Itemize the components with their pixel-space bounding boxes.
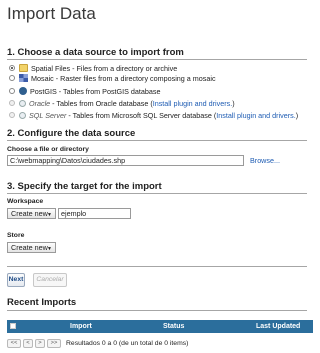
section-title-target: 3. Specify the target for the import	[7, 181, 162, 192]
data-source-description: - Files from a directory or archive	[72, 63, 178, 73]
data-source-option[interactable]: Oracle - Tables from Oracle database (In…	[9, 98, 235, 108]
data-source-name: Spatial Files	[31, 63, 71, 73]
mosaic-icon	[19, 74, 28, 82]
select-all-checkbox[interactable]	[10, 323, 16, 329]
divider	[7, 193, 307, 194]
column-header-import[interactable]: Import	[70, 323, 92, 330]
section-title-data-source: 1. Choose a data source to import from	[7, 47, 184, 58]
pager-last-button[interactable]: >>	[47, 338, 61, 348]
recent-imports-title: Recent Imports	[7, 297, 77, 308]
data-source-name: PostGIS	[30, 86, 57, 96]
database-icon	[19, 111, 26, 119]
pager: << < > >> Resultados 0 a 0 (de un total …	[7, 338, 188, 348]
install-plugin-link[interactable]: Install plugin and drivers.	[216, 111, 296, 120]
store-label: Store	[7, 232, 25, 239]
pager-summary: Resultados 0 a 0 (de un total de 0 items…	[66, 339, 189, 347]
closing-paren: )	[295, 110, 299, 120]
browse-link[interactable]: Browse...	[250, 156, 280, 165]
data-source-name: Mosaic	[31, 73, 54, 83]
data-source-option[interactable]: SQL Server - Tables from Microsoft SQL S…	[9, 110, 298, 120]
data-source-radio[interactable]	[9, 75, 15, 81]
pager-next-button[interactable]: >	[35, 338, 45, 348]
store-select[interactable]: Create new ▼	[7, 242, 56, 253]
pager-first-button[interactable]: <<	[7, 338, 21, 348]
next-button[interactable]: Next	[7, 273, 25, 287]
workspace-name-input[interactable]: ejemplo	[58, 208, 131, 219]
divider	[7, 140, 307, 141]
database-icon	[19, 99, 26, 107]
caret-down-icon: ▼	[47, 212, 52, 218]
data-source-radio[interactable]	[9, 65, 15, 71]
data-source-radio	[9, 112, 15, 118]
data-source-option[interactable]: Spatial Files - Files from a directory o…	[9, 63, 177, 73]
workspace-label: Workspace	[7, 198, 44, 205]
data-source-option[interactable]: PostGIS - Tables from PostGIS database	[9, 86, 161, 96]
store-select-value: Create new	[11, 243, 48, 252]
postgis-icon	[19, 87, 27, 95]
cancel-button[interactable]: Cancelar	[33, 273, 67, 287]
file-path-input[interactable]: C:\webmapping\Datos\ciudades.shp	[7, 155, 244, 166]
section-title-configure: 2. Configure the data source	[7, 128, 136, 139]
file-field-label: Choose a file or directory	[7, 146, 89, 153]
data-source-name: Oracle	[29, 98, 51, 108]
folder-icon	[19, 64, 28, 72]
data-source-radio	[9, 100, 15, 106]
install-plugin-link[interactable]: Install plugin and drivers.	[153, 99, 233, 108]
column-header-status[interactable]: Status	[163, 323, 184, 330]
column-header-last-updated[interactable]: Last Updated	[256, 323, 300, 330]
closing-paren: )	[232, 98, 235, 108]
data-source-radio[interactable]	[9, 88, 15, 94]
divider	[7, 266, 307, 267]
data-source-description: - Tables from Microsoft SQL Server datab…	[68, 110, 217, 120]
data-source-name: SQL Server	[29, 110, 67, 120]
divider	[7, 310, 307, 311]
data-source-description: - Tables from PostGIS database	[58, 86, 161, 96]
workspace-select[interactable]: Create new ▼	[7, 208, 56, 219]
data-source-option[interactable]: Mosaic - Raster files from a directory c…	[9, 73, 216, 83]
pager-prev-button[interactable]: <	[23, 338, 33, 348]
divider	[7, 59, 307, 60]
workspace-select-value: Create new	[11, 209, 48, 218]
data-source-description: - Raster files from a directory composin…	[55, 73, 216, 83]
recent-imports-table-header: Import Status Last Updated	[7, 320, 313, 333]
page-title: Import Data	[7, 4, 96, 23]
caret-down-icon: ▼	[47, 246, 52, 252]
data-source-description: - Tables from Oracle database (	[52, 98, 153, 108]
